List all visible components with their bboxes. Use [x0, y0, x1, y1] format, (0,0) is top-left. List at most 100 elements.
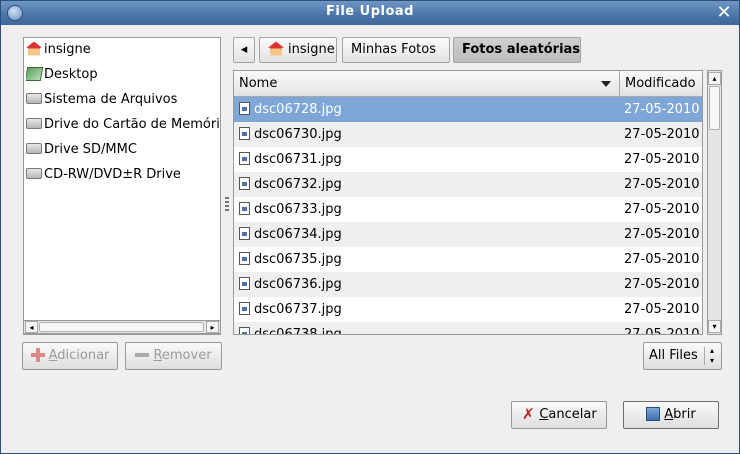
plus-icon	[30, 347, 45, 362]
sort-down-icon	[601, 81, 611, 87]
file-row[interactable]: dsc06738.jpg 27-05-2010	[234, 322, 702, 335]
minus-icon	[135, 347, 150, 362]
place-label: CD-RW/DVD±R Drive	[44, 167, 181, 182]
image-file-icon	[239, 327, 250, 334]
chevron-left-icon: ◂	[240, 42, 248, 57]
file-row[interactable]: dsc06735.jpg 27-05-2010	[234, 247, 702, 272]
file-name: dsc06731.jpg	[254, 152, 342, 167]
file-row[interactable]: dsc06730.jpg 27-05-2010	[234, 122, 702, 147]
scroll-left-icon[interactable]: ◂	[25, 321, 38, 333]
image-file-icon	[239, 177, 250, 190]
scroll-right-icon[interactable]: ▸	[206, 321, 219, 333]
file-modified-date: 27-05-2010	[624, 202, 700, 217]
column-header-modified[interactable]: Modificado	[620, 71, 702, 97]
place-item-memory-card[interactable]: Drive do Cartão de Memória	[26, 114, 220, 136]
file-name: dsc06735.jpg	[254, 252, 342, 267]
place-label: insigne	[44, 42, 91, 57]
file-type-filter[interactable]: All Files ▴ ▾	[643, 342, 722, 370]
button-label: emover	[161, 348, 212, 363]
file-modified-date: 27-05-2010	[624, 327, 700, 335]
cancel-x-icon: ✗	[522, 404, 535, 423]
open-button[interactable]: Abrir	[623, 401, 719, 429]
file-name: dsc06738.jpg	[254, 327, 342, 335]
places-list: insigne Desktop Sistema de Arquivos Driv…	[23, 37, 221, 335]
file-name: dsc06734.jpg	[254, 227, 342, 242]
home-icon	[26, 41, 42, 56]
remove-bookmark-button[interactable]: Remover	[125, 342, 222, 370]
mnemonic: R	[153, 348, 162, 363]
places-horizontal-scrollbar[interactable]: ◂ ▸	[23, 320, 221, 334]
place-label: Sistema de Arquivos	[44, 92, 178, 107]
window-title: File Upload	[326, 4, 414, 19]
add-bookmark-button[interactable]: Adicionar	[22, 342, 118, 370]
pane-resize-handle[interactable]	[225, 197, 229, 213]
file-name: dsc06736.jpg	[254, 277, 342, 292]
file-modified-date: 27-05-2010	[624, 152, 700, 167]
file-row[interactable]: dsc06734.jpg 27-05-2010	[234, 222, 702, 247]
mnemonic: A	[664, 407, 674, 422]
button-label: brir	[673, 407, 696, 422]
title-bar[interactable]: File Upload ✕	[1, 1, 739, 25]
place-item-desktop[interactable]: Desktop	[26, 64, 220, 86]
column-header-name[interactable]: Nome	[234, 71, 620, 97]
path-crumb-random-photos[interactable]: Fotos aleatórias	[453, 37, 581, 63]
column-label: Modificado	[625, 76, 696, 91]
file-row[interactable]: dsc06732.jpg 27-05-2010	[234, 172, 702, 197]
file-modified-date: 27-05-2010	[624, 177, 700, 192]
drive-icon	[26, 168, 42, 179]
file-name: dsc06737.jpg	[254, 302, 342, 317]
file-name: dsc06733.jpg	[254, 202, 342, 217]
image-file-icon	[239, 252, 250, 265]
file-row[interactable]: dsc06731.jpg 27-05-2010	[234, 147, 702, 172]
drive-icon	[26, 93, 42, 104]
file-modified-date: 27-05-2010	[624, 102, 700, 117]
file-modified-date: 27-05-2010	[624, 127, 700, 142]
image-file-icon	[239, 102, 250, 115]
desktop-icon	[26, 66, 44, 81]
crumb-label: Fotos aleatórias	[462, 42, 581, 57]
cancel-button[interactable]: ✗ Cancelar	[511, 401, 607, 429]
place-label: Drive do Cartão de Memória	[44, 117, 220, 132]
drive-icon	[26, 118, 42, 129]
updown-arrows-icon: ▴ ▾	[710, 346, 715, 365]
place-item-sd-mmc[interactable]: Drive SD/MMC	[26, 139, 220, 161]
file-row[interactable]: dsc06737.jpg 27-05-2010	[234, 297, 702, 322]
close-icon[interactable]: ✕	[715, 4, 733, 22]
mnemonic: A	[48, 348, 58, 363]
path-crumb-home[interactable]: insigne	[259, 37, 337, 63]
column-label: Nome	[239, 76, 278, 91]
scroll-thumb[interactable]	[709, 86, 720, 130]
file-upload-dialog: File Upload ✕ insigne Desktop Sistema de…	[0, 0, 740, 454]
path-back-button[interactable]: ◂	[233, 37, 255, 63]
place-item-filesystem[interactable]: Sistema de Arquivos	[26, 89, 220, 111]
crumb-label: insigne	[288, 42, 335, 57]
file-list: Nome Modificado dsc06728.jpg 27-05-2010 ds…	[233, 70, 703, 335]
image-file-icon	[239, 127, 250, 140]
open-folder-icon	[646, 406, 661, 421]
place-item-home[interactable]: insigne	[26, 39, 220, 61]
image-file-icon	[239, 202, 250, 215]
scroll-thumb[interactable]	[39, 322, 204, 332]
file-row[interactable]: dsc06728.jpg 27-05-2010	[234, 97, 702, 122]
drive-icon	[26, 143, 42, 154]
file-name: dsc06730.jpg	[254, 127, 342, 142]
file-list-vertical-scrollbar[interactable]: ▴ ▾	[707, 70, 722, 335]
image-file-icon	[239, 227, 250, 240]
crumb-label: Minhas Fotos	[351, 42, 436, 57]
image-file-icon	[239, 277, 250, 290]
file-row[interactable]: dsc06733.jpg 27-05-2010	[234, 197, 702, 222]
home-icon	[268, 41, 284, 56]
file-modified-date: 27-05-2010	[624, 277, 700, 292]
place-label: Desktop	[44, 67, 98, 82]
image-file-icon	[239, 152, 250, 165]
place-label: Drive SD/MMC	[44, 142, 137, 157]
scroll-up-icon[interactable]: ▴	[708, 72, 721, 85]
path-crumb-photos[interactable]: Minhas Fotos	[342, 37, 450, 63]
place-item-cd-dvd[interactable]: CD-RW/DVD±R Drive	[26, 164, 220, 186]
filter-value: All Files	[649, 348, 698, 363]
file-row[interactable]: dsc06736.jpg 27-05-2010	[234, 272, 702, 297]
button-label: dicionar	[57, 348, 110, 363]
file-name: dsc06728.jpg	[254, 102, 342, 117]
file-modified-date: 27-05-2010	[624, 227, 700, 242]
scroll-down-icon[interactable]: ▾	[708, 320, 721, 333]
